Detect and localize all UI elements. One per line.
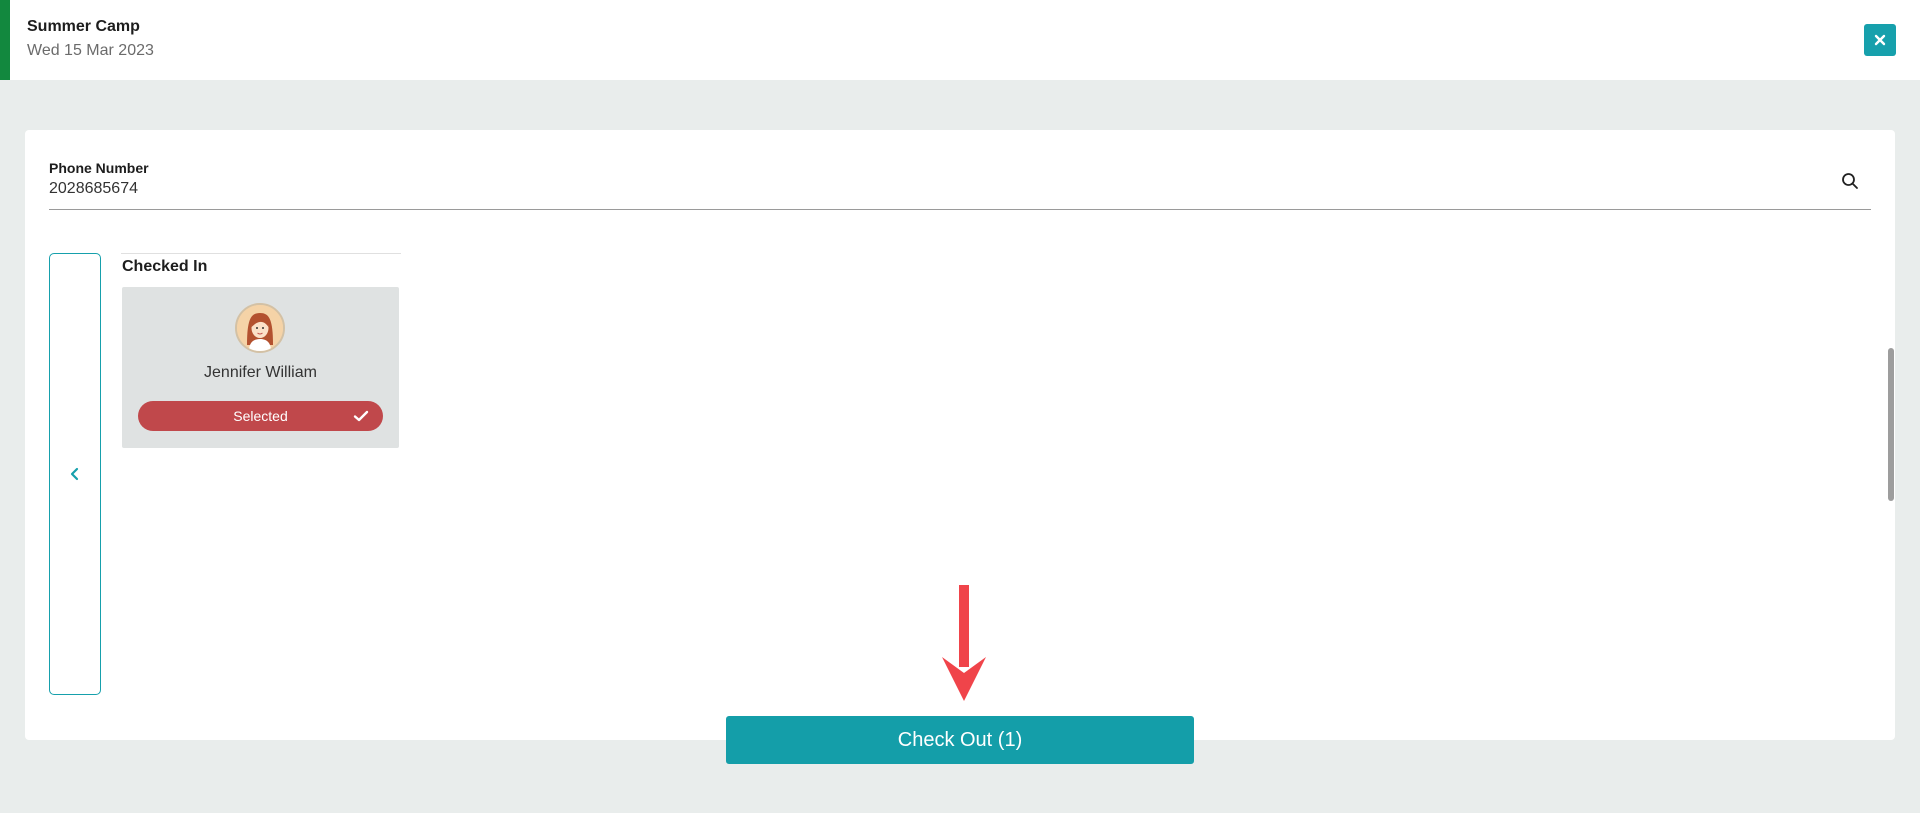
person-name: Jennifer William [204,364,317,381]
check-out-button[interactable]: Check Out (1) [726,716,1194,764]
search-button[interactable] [1837,168,1863,194]
previous-button[interactable] [49,253,101,695]
phone-number-input[interactable] [49,180,1809,198]
section-title-checked-in: Checked In [122,258,208,275]
selected-label: Selected [233,408,288,424]
close-button[interactable] [1864,24,1896,56]
close-icon [1874,34,1886,46]
avatar [235,303,285,353]
red-arrow-annotation-icon [942,585,986,701]
event-date: Wed 15 Mar 2023 [27,42,154,59]
person-card[interactable]: Jennifer William Selected [122,287,399,448]
search-icon [1842,173,1858,189]
avatar-icon [237,305,283,351]
check-icon [353,410,369,422]
phone-number-label: Phone Number [49,160,149,176]
selected-toggle[interactable]: Selected [138,401,383,431]
header: Summer Camp Wed 15 Mar 2023 [0,0,1920,80]
scrollbar-thumb[interactable] [1888,348,1894,501]
header-accent-bar [0,0,10,80]
chevron-left-icon [70,467,79,481]
page-title: Summer Camp [27,18,140,35]
phone-number-field: Phone Number [49,160,1871,210]
list-divider [121,253,401,254]
